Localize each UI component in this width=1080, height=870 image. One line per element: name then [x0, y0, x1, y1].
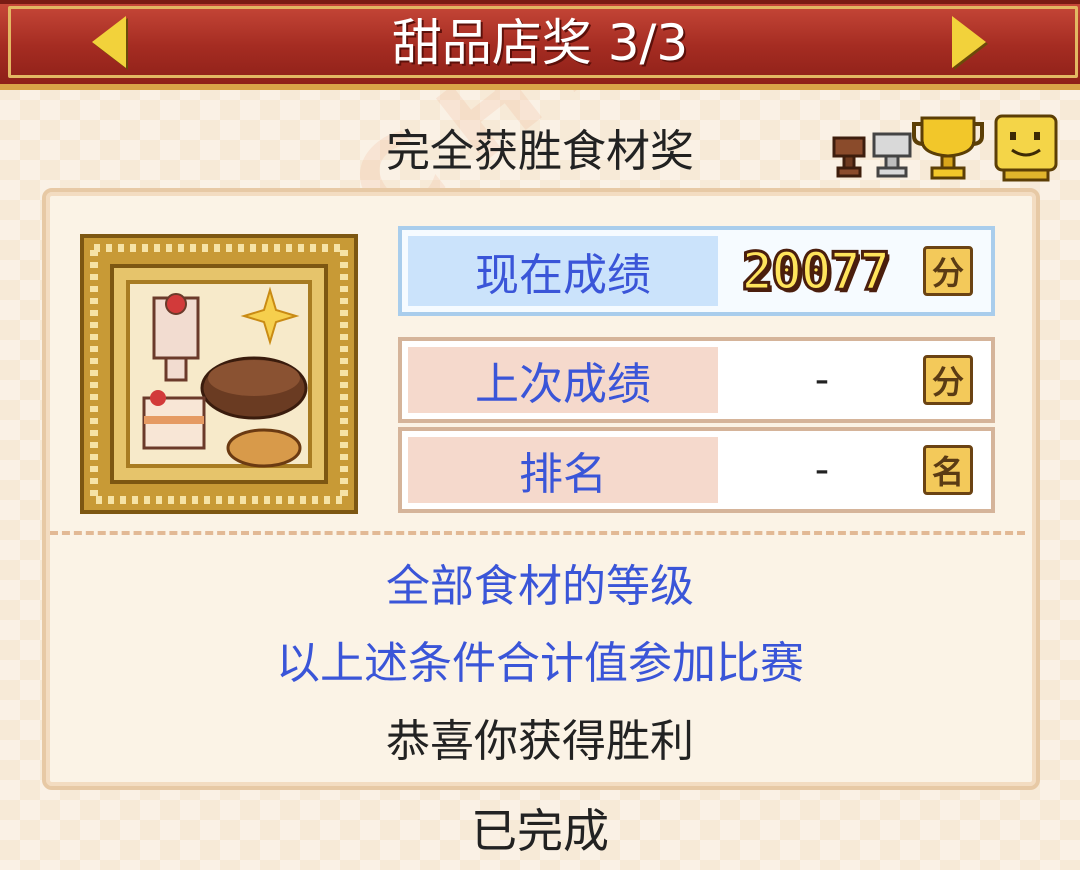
description-line-2: 以上述条件合计值参加比赛 — [276, 638, 804, 689]
silver-trophy-icon — [872, 132, 912, 178]
rank-unit-icon: 名 — [923, 445, 973, 495]
dessert-award-badge-icon — [80, 234, 358, 514]
description-line-1: 全部食材的等级 — [386, 561, 694, 612]
points-unit-icon: 分 — [923, 355, 973, 405]
page-title: 甜品店奖 3/3 — [391, 14, 689, 72]
current-score-row: 现在成绩 20077 分 — [398, 226, 995, 316]
rank-label: 排名 — [408, 437, 718, 503]
bronze-trophy-icon — [832, 136, 866, 178]
rank-value: - — [814, 447, 830, 493]
points-unit-icon: 分 — [923, 246, 973, 296]
king-trophy-icon — [994, 114, 1058, 182]
right-arrow-icon[interactable] — [952, 16, 986, 68]
trophy-row — [832, 114, 1058, 182]
dashed-divider — [50, 531, 1025, 535]
rank-row: 排名 - 名 — [398, 427, 995, 513]
last-score-row: 上次成绩 - 分 — [398, 337, 995, 423]
current-score-label: 现在成绩 — [408, 236, 718, 306]
gold-trophy-icon — [912, 116, 984, 180]
left-arrow-icon[interactable] — [92, 16, 126, 68]
last-score-value: - — [814, 357, 830, 403]
completion-status: 已完成 — [471, 804, 609, 858]
last-score-label: 上次成绩 — [408, 347, 718, 413]
current-score-value: 20077 — [740, 241, 892, 304]
congratulations-text: 恭喜你获得胜利 — [386, 716, 694, 767]
